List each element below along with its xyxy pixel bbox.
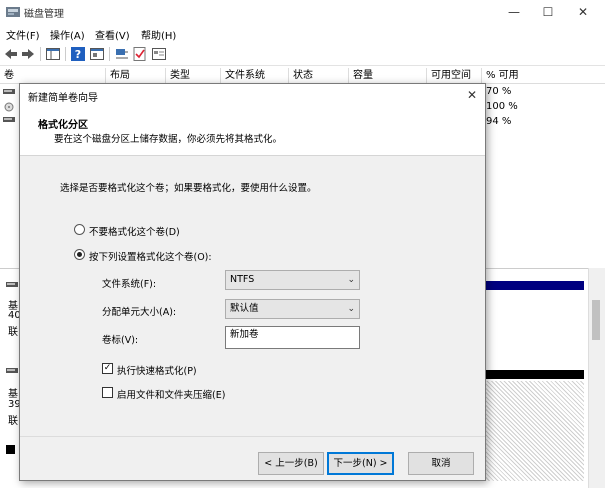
- check-list-icon[interactable]: [132, 46, 148, 62]
- disk1-status: 联: [8, 416, 18, 427]
- col-type[interactable]: 类型: [165, 68, 220, 84]
- volume-label-label: 卷标(V):: [102, 335, 139, 346]
- toolbar-separator: [109, 47, 110, 61]
- disk1-type: 基: [8, 389, 18, 400]
- volume-list-header: 卷 布局 类型 文件系统 状态 容量 可用空间 % 可用: [0, 68, 605, 84]
- settings-window-icon[interactable]: [151, 46, 167, 62]
- help-icon[interactable]: ?: [70, 46, 86, 62]
- connect-icon[interactable]: [114, 46, 130, 62]
- col-volume[interactable]: 卷: [0, 68, 105, 84]
- new-simple-volume-wizard: 新建简单卷向导 ✕ 格式化分区 要在这个磁盘分区上储存数据，你必须先将其格式化。…: [19, 83, 486, 481]
- wizard-header: 格式化分区 要在这个磁盘分区上储存数据，你必须先将其格式化。: [20, 106, 485, 156]
- wizard-step-title: 格式化分区: [38, 120, 88, 131]
- back-arrow-icon[interactable]: [3, 46, 19, 62]
- filesystem-value: NTFS: [230, 274, 255, 285]
- radio-format[interactable]: [74, 249, 85, 260]
- forward-arrow-icon[interactable]: [20, 46, 36, 62]
- menu-help[interactable]: 帮助(H): [141, 27, 176, 42]
- filesystem-label: 文件系统(F):: [102, 279, 157, 290]
- percent-free-row-3: 94 %: [486, 116, 512, 127]
- next-button[interactable]: 下一步(N) >: [327, 452, 394, 475]
- cancel-button[interactable]: 取消: [408, 452, 474, 475]
- chevron-down-icon: ⌄: [347, 275, 355, 285]
- close-window-button[interactable]: ✕: [561, 0, 605, 24]
- disk1-partition-bar: [486, 370, 584, 379]
- allocation-size-label: 分配单元大小(A):: [102, 307, 177, 318]
- scrollbar-thumb[interactable]: [592, 300, 600, 340]
- unallocated-region[interactable]: [486, 381, 584, 481]
- menu-action[interactable]: 操作(A): [50, 27, 85, 42]
- disk-management-window: 磁盘管理 — ☐ ✕ 文件(F) 操作(A) 查看(V) 帮助(H) ? 卷 布…: [0, 0, 605, 488]
- window-title: 磁盘管理: [24, 9, 64, 20]
- compression-checkbox[interactable]: [102, 387, 113, 398]
- col-capacity[interactable]: 容量: [348, 68, 426, 84]
- radio-format-label[interactable]: 按下列设置格式化这个卷(O):: [89, 249, 212, 263]
- svg-text:?: ?: [75, 48, 81, 61]
- radio-no-format-label[interactable]: 不要格式化这个卷(D): [89, 224, 180, 238]
- menu-view[interactable]: 查看(V): [95, 27, 130, 42]
- format-prompt: 选择是否要格式化这个卷；如果要格式化，要使用什么设置。: [60, 183, 317, 194]
- toolbar-separator: [40, 47, 41, 61]
- quick-format-label[interactable]: 执行快速格式化(P): [117, 363, 197, 377]
- title-bar: 磁盘管理 — ☐ ✕: [0, 0, 605, 24]
- disk0-status: 联: [8, 327, 18, 338]
- col-percent-free[interactable]: % 可用: [481, 68, 605, 84]
- wizard-footer: < 上一步(B) 下一步(N) > 取消: [20, 436, 485, 480]
- allocation-size-select[interactable]: 默认值 ⌄: [225, 299, 360, 319]
- disk-management-icon: [6, 7, 20, 17]
- dialog-close-button[interactable]: ✕: [462, 86, 482, 104]
- menu-bar: 文件(F) 操作(A) 查看(V) 帮助(H): [0, 24, 605, 42]
- filesystem-select[interactable]: NTFS ⌄: [225, 270, 360, 290]
- volume-label-input[interactable]: 新加卷: [225, 326, 360, 349]
- dialog-title-bar: 新建简单卷向导 ✕: [20, 84, 485, 106]
- wizard-step-subtitle: 要在这个磁盘分区上储存数据，你必须先将其格式化。: [54, 134, 283, 145]
- percent-free-row-1: 70 %: [486, 86, 512, 97]
- quick-format-checkbox[interactable]: ✓: [102, 363, 113, 374]
- col-layout[interactable]: 布局: [105, 68, 165, 84]
- disk-icon: [6, 282, 18, 287]
- allocation-size-value: 默认值: [230, 303, 259, 314]
- disk-icon: [6, 368, 18, 373]
- legend-swatch: [6, 445, 15, 454]
- disk0-partition-bar: [486, 281, 584, 290]
- radio-no-format[interactable]: [74, 224, 85, 235]
- console-tree-icon[interactable]: [45, 46, 61, 62]
- compression-label[interactable]: 启用文件和文件夹压缩(E): [117, 387, 225, 401]
- volume-icon: [3, 89, 15, 94]
- dialog-title: 新建简单卷向导: [28, 93, 98, 104]
- volume-icon: [3, 117, 15, 122]
- col-free-space[interactable]: 可用空间: [426, 68, 481, 84]
- toolbar-separator: [65, 47, 66, 61]
- chevron-down-icon: ⌄: [347, 304, 355, 314]
- back-button[interactable]: < 上一步(B): [258, 452, 324, 475]
- percent-free-row-2: 100 %: [486, 101, 518, 112]
- properties-icon[interactable]: [89, 46, 105, 62]
- toolbar: ?: [0, 42, 605, 66]
- col-status[interactable]: 状态: [288, 68, 348, 84]
- menu-file[interactable]: 文件(F): [6, 27, 40, 42]
- col-filesystem[interactable]: 文件系统: [220, 68, 288, 84]
- cd-drive-icon: [4, 102, 14, 112]
